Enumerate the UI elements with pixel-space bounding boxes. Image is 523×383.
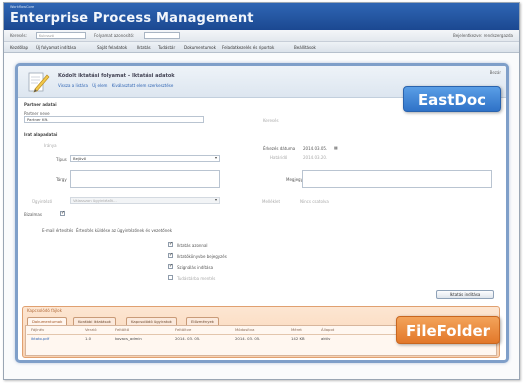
- toolbar: Keresés: Kulcsszó Folyamat azonosító: Be…: [4, 30, 519, 42]
- menu-item-reports[interactable]: Feladatkezelés és riportok: [222, 45, 274, 50]
- back-to-list-link[interactable]: Vissza a listára: [58, 83, 88, 88]
- type-select-value: Bejövő: [73, 156, 86, 161]
- table-cell-status: aktív: [321, 336, 331, 341]
- subject-label: Tárgy: [56, 177, 67, 182]
- type-label: Típus: [56, 157, 67, 162]
- edit-selected-link[interactable]: Kiválasztott elem szerkesztése: [112, 83, 174, 88]
- panel-title: Kódolt iktatási folyamat – Iktatási adat…: [58, 73, 175, 79]
- user-status: Bejelentkezve: rendszergazda: [452, 33, 513, 38]
- partner-name-field[interactable]: Partner Kft.: [24, 116, 204, 123]
- registration-panel: Kódolt iktatási folyamat – Iktatási adat…: [15, 63, 509, 363]
- option-checkbox-2[interactable]: [168, 252, 173, 258]
- search-label: Keresés:: [10, 33, 27, 38]
- main-menu: Kezdőlap Új folyamat indítása Saját fela…: [4, 42, 519, 53]
- option-checkbox-3[interactable]: [168, 263, 173, 269]
- document-section-title: Irat alapadatai: [24, 132, 58, 137]
- notify-label: E-mail értesítés: [42, 228, 74, 233]
- partner-search-hint[interactable]: Keresés: [263, 118, 279, 123]
- table-cell-uploader: kovacs_admin: [115, 336, 142, 341]
- tab-history[interactable]: Előzmények: [186, 317, 219, 325]
- option-label-3: Szignálás indítása: [177, 265, 214, 270]
- attachment-value: Nincs csatolva: [300, 199, 329, 204]
- column-header: Méret: [291, 327, 302, 332]
- search-input[interactable]: Kulcsszó: [36, 32, 86, 39]
- menu-item-home[interactable]: Kezdőlap: [10, 45, 28, 50]
- column-header: Módosítva: [235, 327, 255, 332]
- column-header: Verzió: [85, 327, 97, 332]
- deadline-label: Határidő: [270, 155, 288, 160]
- chevron-down-icon: ▾: [214, 197, 217, 202]
- option-label-4: Tudástárba mentés: [177, 276, 216, 281]
- attachment-label: Melléklet: [262, 199, 281, 204]
- menu-item-my-tasks[interactable]: Saját feladatok: [97, 45, 127, 50]
- new-item-link[interactable]: Új elem: [92, 83, 107, 88]
- calendar-icon[interactable]: ▦: [334, 145, 338, 150]
- option-label-2: Iktatókönyvbe bejegyzés: [177, 254, 227, 259]
- process-id-input[interactable]: [144, 32, 180, 39]
- handler-select-value: Válasszon ügyintézőt...: [73, 198, 117, 203]
- chevron-down-icon: ▾: [214, 155, 217, 160]
- option-checkbox-1[interactable]: [168, 241, 173, 247]
- menu-item-registry[interactable]: Iktatás: [137, 45, 151, 50]
- confidential-label: Bizalmas: [24, 212, 42, 217]
- filefolder-badge: FileFolder: [396, 316, 500, 344]
- note-textarea[interactable]: [302, 170, 492, 188]
- subject-textarea[interactable]: [70, 170, 220, 188]
- option-label-1: Iktatás azonnal: [177, 243, 208, 248]
- tab-documents[interactable]: Dokumentumok: [27, 317, 68, 325]
- panel-links: Vissza a listára Új elem Kiválasztott el…: [58, 83, 176, 88]
- handler-select[interactable]: Válasszon ügyintézőt... ▾: [70, 197, 220, 204]
- partner-section-title: Partner adatai: [24, 102, 57, 107]
- table-cell-filename[interactable]: iktato.pdf: [31, 336, 49, 341]
- menu-item-knowledge[interactable]: Tudástár: [158, 45, 175, 50]
- submit-button[interactable]: Iktatás indítása: [436, 290, 494, 299]
- received-date-label: Érkezés dátuma: [263, 146, 296, 151]
- deadline-value[interactable]: 2014.03.20.: [303, 155, 327, 160]
- column-header: Fájlnév: [31, 327, 45, 332]
- menu-item-settings[interactable]: Beállítások: [294, 45, 316, 50]
- table-cell-uploaded: 2014. 03. 05.: [175, 336, 201, 341]
- tab-previous[interactable]: Korábbi iktatások: [73, 317, 116, 325]
- column-header: Feltöltve: [175, 327, 192, 332]
- process-id-label: Folyamat azonosító:: [94, 33, 135, 38]
- type-select[interactable]: Bejövő ▾: [70, 155, 220, 162]
- eastdoc-badge: EastDoc: [403, 86, 501, 112]
- app-subtitle: WorkflowCore: [10, 5, 35, 9]
- column-header: Feltöltő: [115, 327, 130, 332]
- option-checkbox-4[interactable]: [168, 275, 173, 280]
- application-window: WorkflowCore Enterprise Process Manageme…: [3, 2, 520, 380]
- received-date-value[interactable]: 2014.03.05.: [303, 146, 327, 151]
- files-panel-title: Kapcsolódó fájlok: [27, 308, 62, 313]
- handler-label: Ügyintéző: [32, 199, 53, 204]
- app-header: WorkflowCore Enterprise Process Manageme…: [4, 3, 519, 30]
- menu-item-documents[interactable]: Dokumentumok: [184, 45, 216, 50]
- direction-label: Iránya: [44, 143, 57, 148]
- table-cell-size: 142 KB: [291, 336, 305, 341]
- column-header: Állapot: [321, 327, 335, 332]
- menu-item-new-process[interactable]: Új folyamat indítása: [36, 45, 76, 50]
- table-cell-version: 1.0: [85, 336, 92, 341]
- app-title: Enterprise Process Management: [10, 11, 254, 26]
- table-cell-modified: 2014. 03. 05.: [235, 336, 261, 341]
- document-edit-icon: [28, 72, 50, 93]
- notify-text: Értesítés küldése az ügyintézőnek és vez…: [76, 228, 173, 233]
- confidential-checkbox[interactable]: [60, 210, 65, 216]
- close-link[interactable]: Bezár: [490, 70, 501, 75]
- tab-related[interactable]: Kapcsolódó ügyiratok: [126, 317, 177, 325]
